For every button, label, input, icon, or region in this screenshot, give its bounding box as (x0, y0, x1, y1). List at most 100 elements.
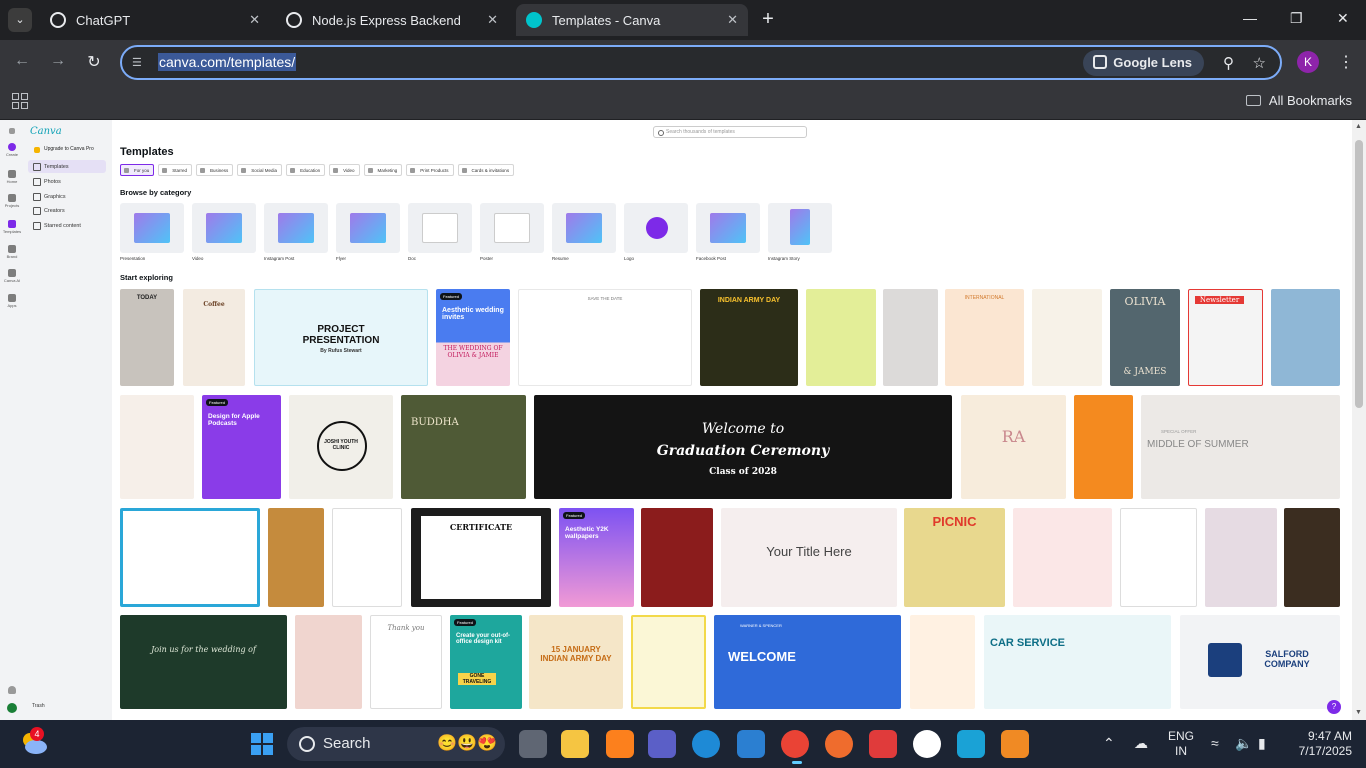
anydesk-icon[interactable] (869, 730, 897, 758)
nav-item-photos[interactable]: Photos (28, 175, 106, 188)
file-explorer-icon[interactable] (561, 730, 589, 758)
help-icon[interactable]: ? (1327, 700, 1341, 714)
template-bridal-bingo[interactable] (1205, 508, 1277, 607)
notifications-icon[interactable] (0, 686, 24, 695)
taskbar-search[interactable]: Search 😊😃😍 (287, 727, 505, 761)
template-joshi-clinic[interactable]: JOSHI YOUTH CLINIC (289, 395, 393, 499)
template-volleyball[interactable] (1120, 508, 1197, 607)
chrome-icon[interactable] (781, 730, 809, 758)
menu-icon[interactable]: ⋮ (1338, 52, 1354, 72)
new-tab-button[interactable]: + (758, 8, 778, 30)
category-resume[interactable]: Resume (552, 203, 616, 261)
template-naming-ceremony[interactable] (641, 508, 713, 607)
template-cv[interactable] (332, 508, 402, 607)
rail-brand[interactable]: Brand (0, 245, 24, 259)
category-flyer[interactable]: Flyer (336, 203, 400, 261)
template-y2k-wallpapers[interactable]: Featured Aesthetic Y2K wallpapers (559, 508, 634, 607)
canva-logo[interactable]: Canva (30, 126, 62, 137)
template-orange-invite[interactable] (1074, 395, 1133, 499)
template-army-day-15[interactable]: 15 JANUARY INDIAN ARMY DAY (529, 615, 623, 709)
template-apple-podcasts[interactable]: Featured Design for Apple Podcasts (202, 395, 281, 499)
template-photo-collage[interactable] (883, 289, 938, 386)
google-lens-button[interactable]: Google Lens (1083, 50, 1204, 76)
close-window-icon[interactable]: ✕ (1337, 10, 1349, 27)
chip-cards-invitations[interactable]: Cards & invitations (457, 164, 515, 176)
template-olivia-james[interactable]: OLIVIA & JAMES (1110, 289, 1180, 386)
template-temple[interactable] (1271, 289, 1340, 386)
task-view-icon[interactable] (519, 730, 547, 758)
template-certificate[interactable]: CERTIFICATE (411, 508, 551, 607)
url-text[interactable]: canva.com/templates/ (158, 53, 297, 71)
template-today[interactable]: TODAY (120, 289, 174, 386)
forward-icon[interactable]: → (48, 52, 68, 70)
rail-projects[interactable]: Projects (0, 194, 24, 208)
chip-social-media[interactable]: Social Media (237, 164, 283, 176)
tab-node-express[interactable]: Node.js Express Backend ✕ (276, 4, 508, 36)
collapse-sidebar-icon[interactable] (0, 128, 24, 135)
reload-icon[interactable]: ↻ (84, 52, 104, 72)
template-picnic[interactable]: PICNIC (904, 508, 1005, 607)
profile-avatar[interactable]: K (1297, 51, 1319, 73)
scrollbar-thumb[interactable] (1355, 140, 1363, 408)
scroll-up-icon[interactable]: ▲ (1355, 123, 1362, 130)
template-your-title[interactable]: Your Title Here (721, 508, 897, 607)
close-tab-icon[interactable]: ✕ (487, 12, 498, 28)
template-buddha[interactable]: BUDDHA (401, 395, 526, 499)
page-scrollbar[interactable]: ▲ ▼ (1352, 120, 1366, 720)
onedrive-icon[interactable]: ☁ (1134, 735, 1148, 752)
chip-for-you[interactable]: For you (120, 164, 155, 176)
back-icon[interactable]: ← (12, 52, 32, 70)
category-instagram-story[interactable]: Instagram Story (768, 203, 832, 261)
show-hidden-icons[interactable]: ⌃ (1103, 735, 1115, 752)
template-friendship-day[interactable]: INTERNATIONAL (945, 289, 1024, 386)
chip-print-products[interactable]: Print Products (406, 164, 454, 176)
chip-marketing[interactable]: Marketing (363, 164, 403, 176)
template-birthday[interactable] (910, 615, 975, 709)
wifi-icon[interactable]: ≈ (1211, 735, 1219, 751)
template-coffee-menu[interactable]: Coffee (183, 289, 245, 386)
category-facebook-post[interactable]: Facebook Post (696, 203, 760, 261)
template-ra-wedding[interactable]: RA (961, 395, 1066, 499)
template-join-us-wedding[interactable]: Join us for the wedding of (120, 615, 287, 709)
intellij-icon[interactable] (606, 730, 634, 758)
template-save-the-date[interactable]: SAVE THE DATE (518, 289, 692, 386)
chip-business[interactable]: Business (196, 164, 234, 176)
mongodb-icon[interactable] (913, 730, 941, 758)
trash-link[interactable]: Trash (32, 703, 45, 709)
minimize-icon[interactable]: — (1243, 10, 1257, 26)
postman-icon[interactable] (825, 730, 853, 758)
rail-home[interactable]: Home (0, 170, 24, 184)
rail-templates[interactable]: Templates (0, 220, 24, 234)
xampp-icon[interactable] (1001, 730, 1029, 758)
template-space-frame[interactable] (120, 508, 260, 607)
template-army-soldiers[interactable] (268, 508, 324, 607)
close-tab-icon[interactable]: ✕ (249, 12, 260, 28)
template-project-presentation[interactable]: PROJECT PRESENTATION By Rufus Stewart (254, 289, 428, 386)
template-dark-photo[interactable] (1284, 508, 1340, 607)
edge-icon[interactable] (692, 730, 720, 758)
nav-item-starred[interactable]: Starred content (28, 219, 106, 232)
upgrade-button[interactable]: Upgrade to Canva Pro (30, 146, 108, 156)
template-pink-card[interactable] (295, 615, 362, 709)
template-indian-army-day[interactable]: INDIAN ARMY DAY (700, 289, 798, 386)
rail-canva-ai[interactable]: Canva AI (0, 269, 24, 283)
zoom-icon[interactable]: ⚲ (1223, 54, 1234, 72)
teams-icon[interactable] (648, 730, 676, 758)
tab-chatgpt[interactable]: ChatGPT ✕ (40, 4, 270, 36)
nav-item-creators[interactable]: Creators (28, 204, 106, 217)
close-tab-icon[interactable]: ✕ (727, 12, 738, 28)
template-green-poster[interactable] (806, 289, 876, 386)
system-clock[interactable]: 9:47 AM 7/17/2025 (1292, 729, 1352, 759)
vscode-icon[interactable] (737, 730, 765, 758)
category-logo[interactable]: Logo (624, 203, 688, 261)
category-video[interactable]: Video (192, 203, 256, 261)
chip-starred[interactable]: Starred (158, 164, 193, 176)
apps-grid-icon[interactable] (12, 93, 28, 109)
tab-search-button[interactable]: ⌄ (8, 8, 32, 32)
category-doc[interactable]: Doc (408, 203, 472, 261)
template-summer-sale[interactable]: SPECIAL OFFER MIDDLE OF SUMMER (1141, 395, 1340, 499)
all-bookmarks-button[interactable]: All Bookmarks (1245, 93, 1352, 108)
start-button[interactable] (251, 733, 273, 755)
template-welcome-business[interactable]: WARNER & SPENCER WELCOME (714, 615, 901, 709)
tab-canva-templates[interactable]: Templates - Canva ✕ (516, 4, 748, 36)
